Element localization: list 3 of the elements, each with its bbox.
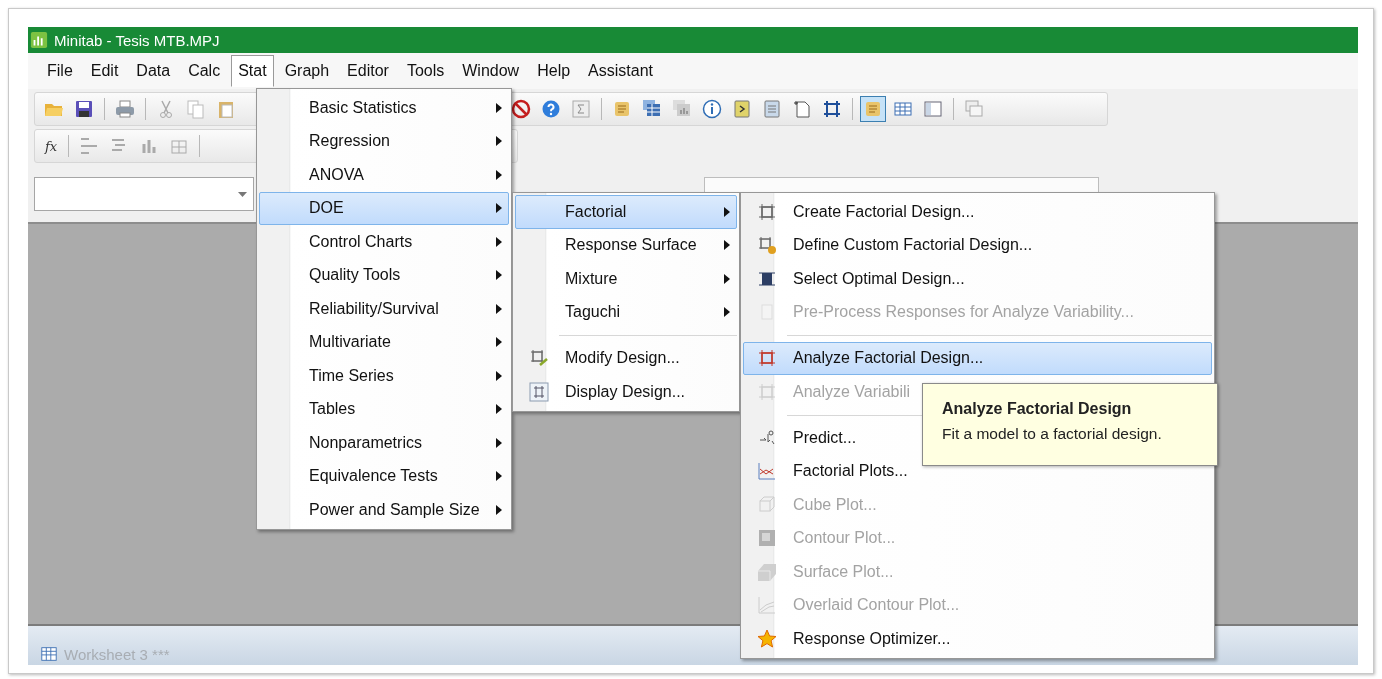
tooltip-text: Fit a model to a factorial design. [942, 425, 1163, 443]
tooltip-title: Analyze Factorial Design [942, 400, 1133, 418]
window-title: Minitab - Tesis MTB.MPJ [54, 31, 220, 49]
